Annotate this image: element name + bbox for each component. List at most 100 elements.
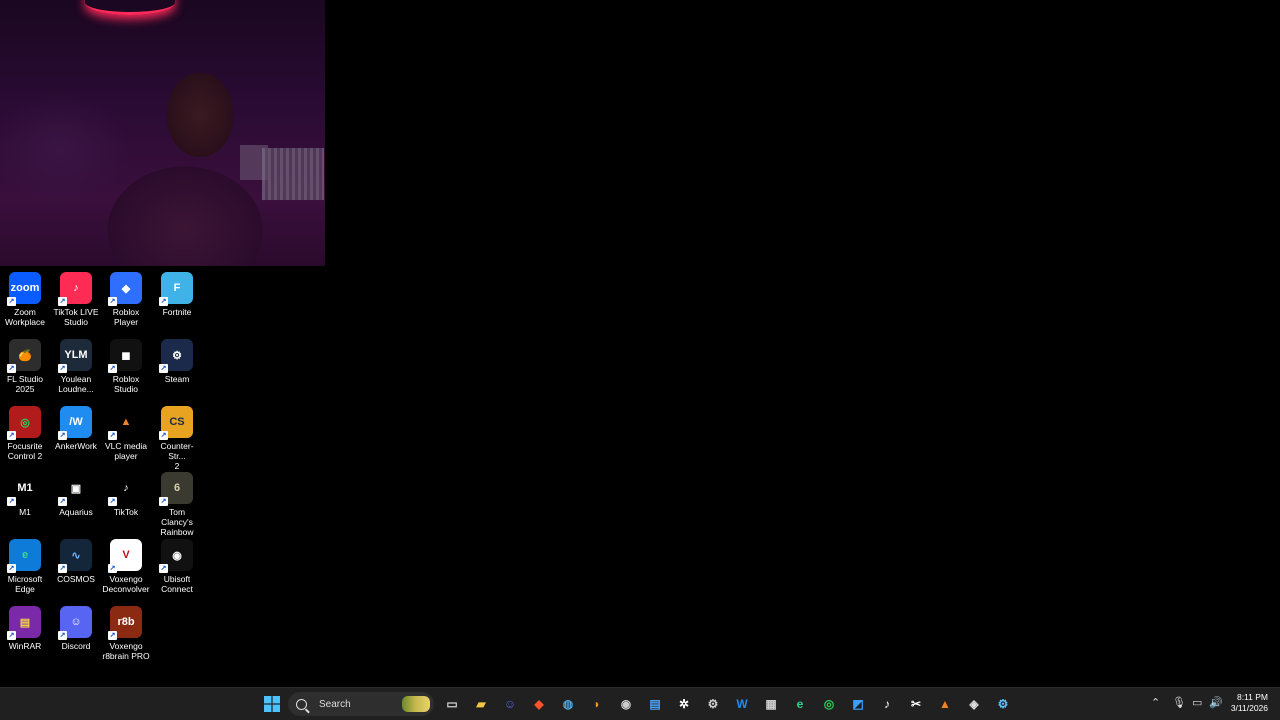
zoom-icon: zoom ↗ [7,272,41,306]
desktop-icon[interactable]: zoom ↗ Zoom Workplace [0,270,50,327]
desktop-icon[interactable]: ◆ ↗ Roblox Player [101,270,151,327]
shortcut-arrow-icon: ↗ [58,497,67,506]
desktop-icon[interactable]: ♪ ↗ TikTok LIVE Studio [51,270,101,327]
desktop-icon[interactable]: F ↗ Fortnite [152,270,202,317]
desktop-icon-label: Fortnite [162,307,192,317]
desktop-icon-label: Youlean Loudne... [58,374,94,394]
desktop-icon[interactable]: ♪ ↗ TikTok [101,470,151,517]
desktop-icon[interactable]: M1 ↗ M1 [0,470,50,517]
desktop-icon[interactable]: ◎ ↗ Focusrite Control 2 [0,404,50,461]
desktop-icon[interactable]: /W ↗ AnkerWork [51,404,101,451]
roblox-studio-icon: ◼ ↗ [108,339,142,373]
steam-icon: ⚙ ↗ [159,339,193,373]
desktop-icon[interactable]: 🍊 ↗ FL Studio 2025 [0,337,50,394]
task-view-icon[interactable]: ▭ [440,692,464,716]
webcam-overlay [0,0,325,266]
desktop-icon-label: TikTok [113,507,139,517]
desktop-icon-label: Roblox Player [112,307,140,327]
vlc-icon: ▲ ↗ [108,406,142,440]
windows-icon [264,696,280,712]
globe-icon[interactable]: ◍ [556,692,580,716]
settings-icon[interactable]: ⚙ [701,692,725,716]
shortcut-arrow-icon: ↗ [108,564,117,573]
vlc-icon[interactable]: ▲ [933,692,957,716]
unity-icon[interactable]: ◈ [962,692,986,716]
chatgpt-icon[interactable]: ✲ [672,692,696,716]
desktop-icon-label: Voxengo Deconvolver [102,574,150,594]
desktop-icon-label: TikTok LIVE Studio [53,307,99,327]
search-highlight-image [402,696,430,712]
clock-date: 3/11/2026 [1230,703,1268,713]
rainbow-six-icon: 6 ↗ [159,472,193,506]
desktop-icon-label: WinRAR [8,641,42,651]
shortcut-arrow-icon: ↗ [7,631,16,640]
calculator-icon[interactable]: ▦ [759,692,783,716]
microphone-icon[interactable]: 🎙 [1172,696,1186,709]
edge-icon[interactable]: e [788,692,812,716]
desktop-icon-label: AnkerWork [55,441,97,451]
desktop-icon[interactable]: ◉ ↗ Ubisoft Connect [152,537,202,594]
desktop-icon[interactable]: ◼ ↗ Roblox Studio [101,337,151,394]
volume-icon[interactable]: 🔊 [1209,696,1223,709]
desktop-icon[interactable]: ∿ ↗ COSMOS [51,537,101,584]
desktop-icon[interactable]: 6↗Tom Clancy's Rainbow Si... [152,470,202,547]
desktop-icon[interactable]: ☺ ↗ Discord [51,604,101,651]
tiktok-icon: ♪ ↗ [108,472,142,506]
start-button[interactable] [260,692,284,716]
desktop-icon-label: Steam [164,374,190,384]
desktop-icon-label: Roblox Studio [112,374,140,394]
ankerwork-icon: /W ↗ [58,406,92,440]
desktop-icon[interactable]: CS ↗ Counter-Str... 2 [152,404,202,471]
desktop-icon-label: FL Studio 2025 [6,374,44,394]
clock[interactable]: 8:11 PM 3/11/2026 [1231,692,1268,714]
ubisoft-icon: ◉ ↗ [159,539,193,573]
desktop-icon[interactable]: V ↗ Voxengo Deconvolver [101,537,151,594]
desktop-icon-label: Ubisoft Connect [161,574,193,594]
focusrite-icon: ◎ ↗ [7,406,41,440]
file-explorer-icon[interactable]: ▰ [469,692,493,716]
photos-icon[interactable]: ◩ [846,692,870,716]
shortcut-arrow-icon: ↗ [7,431,16,440]
brave-icon[interactable]: ◆ [527,692,551,716]
shortcut-arrow-icon: ↗ [159,497,168,506]
desktop-icon[interactable]: ⚙ ↗ Steam [152,337,202,384]
shortcut-arrow-icon: ↗ [108,297,117,306]
shortcut-arrow-icon: ↗ [108,364,117,373]
shortcut-arrow-icon: ↗ [7,297,16,306]
display-icon[interactable]: ▭ [1192,696,1202,709]
desktop-icon[interactable]: ▲ ↗ VLC media player [101,404,151,461]
capcut-icon[interactable]: ✂ [904,692,928,716]
ankerwork-icon[interactable]: W [730,692,754,716]
desktop-icon[interactable]: e ↗ Microsoft Edge [0,537,50,594]
desktop-icon-label: Aquarius [59,507,93,517]
fl-studio-icon[interactable]: ◗ [585,692,609,716]
cosmos-icon: ∿ ↗ [58,539,92,573]
taskbar-search[interactable]: Search [288,692,434,716]
discord-icon[interactable]: ☺ [498,692,522,716]
fortnite-icon: F ↗ [159,272,193,306]
shortcut-arrow-icon: ↗ [7,364,16,373]
tiktok-icon[interactable]: ♪ [875,692,899,716]
desktop-icon-label: Focusrite Control 2 [7,441,43,461]
steam-icon[interactable]: ⚙ [991,692,1015,716]
focusrite-icon[interactable]: ◎ [817,692,841,716]
aquarius-icon: ▣ ↗ [58,472,92,506]
desktop-icon[interactable]: ▤ ↗ WinRAR [0,604,50,651]
winrar-icon: ▤ ↗ [7,606,41,640]
shortcut-arrow-icon: ↗ [58,431,67,440]
shortcut-arrow-icon: ↗ [7,564,16,573]
shortcut-arrow-icon: ↗ [159,431,168,440]
desktop-icon-label: Counter-Str... 2 [160,441,194,471]
shortcut-arrow-icon: ↗ [159,564,168,573]
shortcut-arrow-icon: ↗ [58,564,67,573]
shortcut-arrow-icon: ↗ [58,297,67,306]
notepad-icon[interactable]: ▤ [643,692,667,716]
desktop-icon[interactable]: r8b ↗ Voxengo r8brain PRO [101,604,151,661]
obs-icon[interactable]: ◉ [614,692,638,716]
taskbar: Search ▭ ▰ ☺ ◆ ◍ ◗ ◉ ▤ ✲ ⚙ W ▦ e ◎ ◩ ♪ ✂ ▲ ◈ ⚙ ⌃ 🎙 ▭ 🔊 8:11… [0,687,1280,720]
shortcut-arrow-icon: ↗ [108,497,117,506]
shortcut-arrow-icon: ↗ [159,297,168,306]
desktop-icon[interactable]: ▣ ↗ Aquarius [51,470,101,517]
chevron-up-icon[interactable]: ⌃ [1151,696,1160,709]
desktop-icon[interactable]: YLM ↗ Youlean Loudne... [51,337,101,394]
